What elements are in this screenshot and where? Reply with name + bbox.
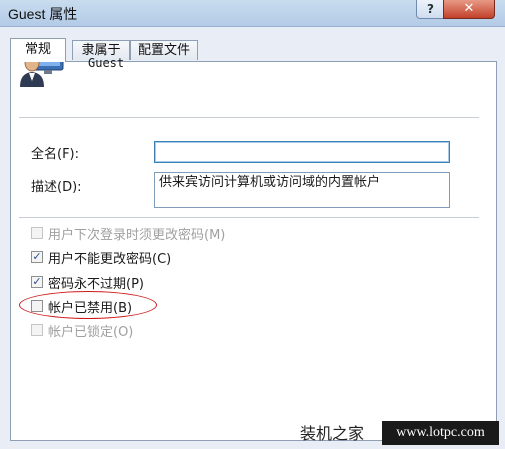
title-bar: Guest 属性 ? ✕ (0, 0, 505, 27)
highlight-oval (19, 291, 157, 319)
full-name-input[interactable] (154, 141, 450, 163)
help-button[interactable]: ? (416, 0, 445, 19)
watermark-text: 装机之家 (300, 424, 365, 443)
checkbox-account-locked[interactable]: 帐户已锁定(O) (31, 321, 134, 340)
tab-profile[interactable]: 配置文件 (130, 40, 198, 60)
checkbox-must-change-password[interactable]: 用户下次登录时须更改密码(M) (31, 224, 226, 243)
full-name-label: 全名(F): (31, 147, 80, 162)
description-label: 描述(D): (31, 180, 82, 195)
checkbox-label: 用户下次登录时须更改密码(M) (48, 227, 226, 243)
divider (19, 217, 479, 218)
checkbox-label: 用户不能更改密码(C) (48, 251, 172, 267)
checkbox-password-never-expires[interactable]: ✓ 密码永不过期(P) (31, 273, 144, 292)
close-button[interactable]: ✕ (443, 0, 495, 19)
checkbox-icon (31, 324, 43, 336)
checkbox-label: 帐户已锁定(O) (48, 324, 134, 340)
checkbox-icon (31, 227, 43, 239)
description-input[interactable]: 供来宾访问计算机或访问域的内置帐户 (154, 172, 450, 208)
checkmark-icon: ✓ (31, 250, 43, 263)
checkbox-label: 密码永不过期(P) (48, 276, 144, 292)
window-title: Guest 属性 (8, 6, 78, 22)
checkbox-cannot-change-password[interactable]: ✓ 用户不能更改密码(C) (31, 248, 172, 267)
checkmark-icon: ✓ (31, 275, 43, 288)
watermark-url: www.lotpc.com (382, 421, 499, 445)
tab-general[interactable]: 常规 (10, 38, 66, 62)
user-name: Guest (88, 56, 125, 70)
divider (19, 117, 479, 118)
